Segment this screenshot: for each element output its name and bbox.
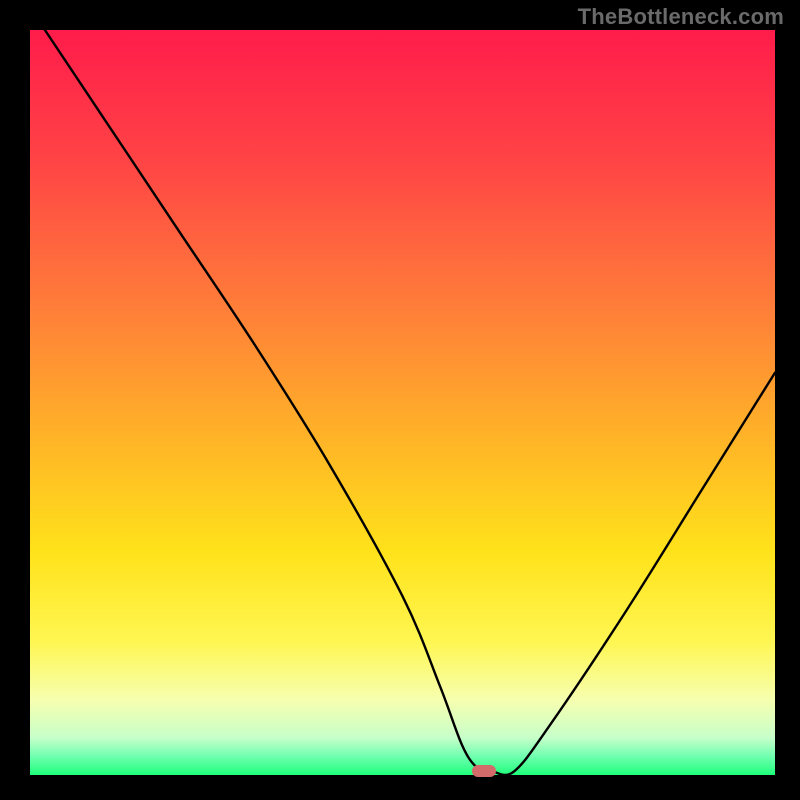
bottleneck-curve [30,30,775,775]
chart-container: TheBottleneck.com [0,0,800,800]
plot-area [30,30,775,775]
watermark-text: TheBottleneck.com [578,4,784,30]
optimal-point-marker [472,765,496,777]
